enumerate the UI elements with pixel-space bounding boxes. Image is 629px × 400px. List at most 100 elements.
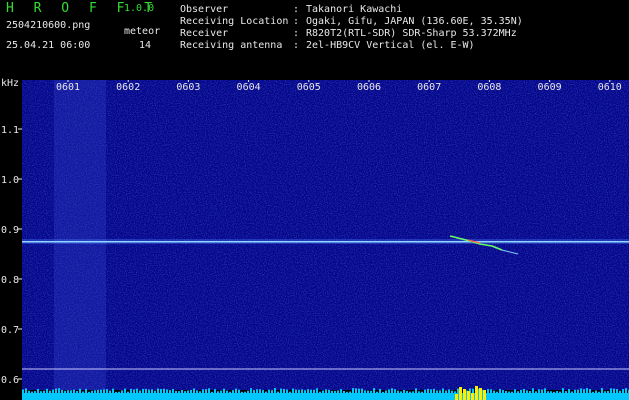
activity-spike	[499, 388, 501, 393]
activity-spike	[130, 388, 132, 393]
activity-spike	[379, 388, 381, 393]
activity-spike	[325, 389, 327, 393]
activity-spike	[232, 390, 234, 393]
y-tick-label: 1.1	[1, 125, 19, 136]
activity-spike	[538, 389, 540, 393]
activity-spike	[70, 390, 72, 393]
activity-spike	[358, 388, 360, 393]
activity-spike	[247, 390, 249, 393]
activity-spike	[304, 390, 306, 393]
activity-spike	[547, 391, 549, 393]
activity-spike	[184, 391, 186, 393]
activity-spike	[535, 391, 537, 393]
activity-spike	[331, 390, 333, 393]
app-version: 1.0.0	[124, 3, 155, 14]
activity-spike	[586, 388, 588, 393]
activity-spike	[214, 389, 216, 393]
activity-spike	[361, 388, 363, 393]
activity-spike	[625, 388, 627, 393]
meteor-burst-spike	[467, 391, 470, 400]
x-tick-label: 0608	[477, 82, 501, 93]
activity-spike	[592, 391, 594, 393]
activity-spike	[91, 390, 93, 393]
activity-spike	[292, 388, 294, 393]
activity-spike	[595, 390, 597, 393]
y-tick-label: 0.6	[1, 375, 19, 386]
activity-spike	[76, 390, 78, 393]
activity-spike	[427, 388, 429, 393]
activity-spike	[412, 391, 414, 393]
activity-spike	[415, 388, 417, 393]
activity-spike	[544, 388, 546, 393]
field-label-observer: Observer	[180, 4, 229, 15]
activity-spike	[31, 391, 33, 393]
activity-spike	[490, 389, 492, 393]
activity-spike	[73, 389, 75, 393]
activity-spike	[523, 388, 525, 393]
activity-spike	[118, 391, 120, 393]
activity-spike	[511, 391, 513, 393]
activity-spike	[319, 391, 321, 393]
meteor-count: 14	[139, 40, 152, 51]
activity-spike	[391, 388, 393, 393]
activity-spike	[163, 388, 165, 393]
activity-spike	[403, 389, 405, 393]
activity-spike	[79, 388, 81, 393]
activity-spike	[430, 389, 432, 393]
activity-spike	[262, 390, 264, 393]
activity-spike	[256, 389, 258, 393]
activity-spike	[196, 390, 198, 393]
activity-spike	[520, 389, 522, 393]
activity-spike	[136, 388, 138, 393]
x-tick-label: 0609	[538, 82, 562, 93]
activity-spike	[190, 389, 192, 393]
field-colon: :	[293, 4, 300, 15]
activity-spike	[55, 388, 57, 393]
activity-spike	[340, 389, 342, 393]
activity-spike	[454, 391, 456, 393]
activity-spike	[121, 390, 123, 393]
meteor-burst-spike	[479, 388, 482, 400]
field-value-antenna: 2el-HB9CV Vertical (el. E-W)	[306, 40, 475, 51]
activity-spike	[112, 388, 114, 393]
activity-spike	[376, 391, 378, 393]
activity-spike	[526, 390, 528, 393]
activity-spike	[229, 391, 231, 393]
activity-spike	[616, 389, 618, 393]
meteor-burst-spike	[471, 393, 474, 400]
activity-spike	[238, 389, 240, 393]
axis-overlay: kHz 0601 0602 0603 0604 0605 0606 0607 0608 0609…	[1, 78, 629, 400]
activity-spike	[34, 391, 36, 393]
activity-spike	[274, 388, 276, 393]
activity-spike	[220, 390, 222, 393]
activity-spike	[355, 388, 357, 393]
activity-spike	[181, 389, 183, 393]
field-label-antenna: Receiving antenna	[180, 40, 283, 51]
activity-spike	[226, 390, 228, 393]
activity-spike	[217, 391, 219, 393]
x-tick-label: 0606	[357, 82, 381, 93]
activity-spike	[253, 390, 255, 393]
activity-spike	[175, 390, 177, 393]
meteor-burst-spike	[483, 390, 486, 400]
activity-spike	[52, 389, 54, 393]
activity-spike	[310, 389, 312, 393]
capture-datetime: 25.04.21 06:00	[6, 40, 91, 51]
activity-spike	[388, 389, 390, 393]
activity-spike	[157, 388, 159, 393]
activity-spike	[364, 390, 366, 393]
field-colon: :	[293, 40, 300, 51]
activity-spike	[385, 390, 387, 393]
activity-spike	[580, 388, 582, 393]
activity-spike	[49, 390, 51, 393]
activity-spike	[250, 388, 252, 393]
activity-spike	[610, 388, 612, 393]
activity-spike	[268, 389, 270, 393]
activity-spike	[400, 391, 402, 393]
activity-spike	[397, 390, 399, 393]
activity-spike	[373, 388, 375, 393]
activity-spike	[601, 388, 603, 393]
activity-spike	[124, 388, 126, 393]
activity-spike	[433, 388, 435, 393]
activity-spike	[337, 390, 339, 393]
